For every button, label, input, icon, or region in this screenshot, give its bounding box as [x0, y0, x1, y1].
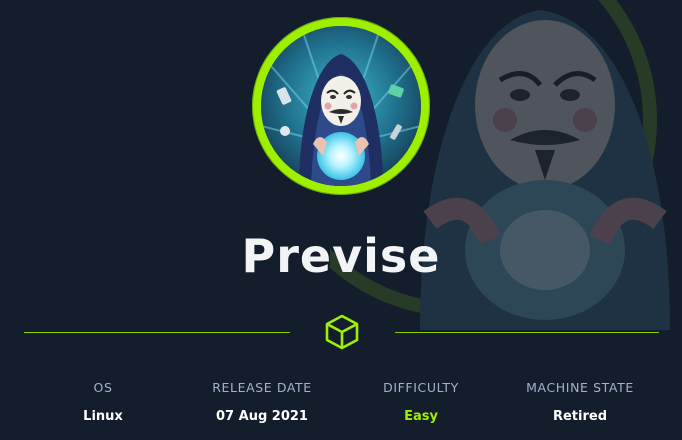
masked-hacker-avatar-icon	[261, 26, 421, 186]
machine-avatar	[252, 17, 430, 195]
info-machine-state: MACHINE STATE Retired	[526, 380, 634, 425]
machine-profile-header: Previse OS Linux RELEASE DATE 07 Aug 202…	[0, 0, 682, 440]
info-release-date: RELEASE DATE 07 Aug 2021	[212, 380, 312, 425]
info-label-os: OS	[93, 380, 113, 395]
divider-right	[395, 332, 659, 333]
info-label-machine-state: MACHINE STATE	[526, 380, 634, 395]
info-value-os: Linux	[83, 409, 123, 424]
info-value-machine-state: Retired	[552, 409, 608, 424]
machine-name: Previse	[241, 229, 441, 283]
info-value-release-date: 07 Aug 2021	[216, 409, 308, 424]
info-os: OS Linux	[83, 380, 123, 425]
info-label-release-date: RELEASE DATE	[212, 380, 312, 395]
info-difficulty: DIFFICULTY Easy	[383, 380, 459, 425]
info-value-difficulty: Easy	[404, 409, 438, 424]
info-label-difficulty: DIFFICULTY	[383, 380, 459, 395]
cube-icon	[324, 313, 360, 351]
divider-left	[24, 332, 290, 333]
